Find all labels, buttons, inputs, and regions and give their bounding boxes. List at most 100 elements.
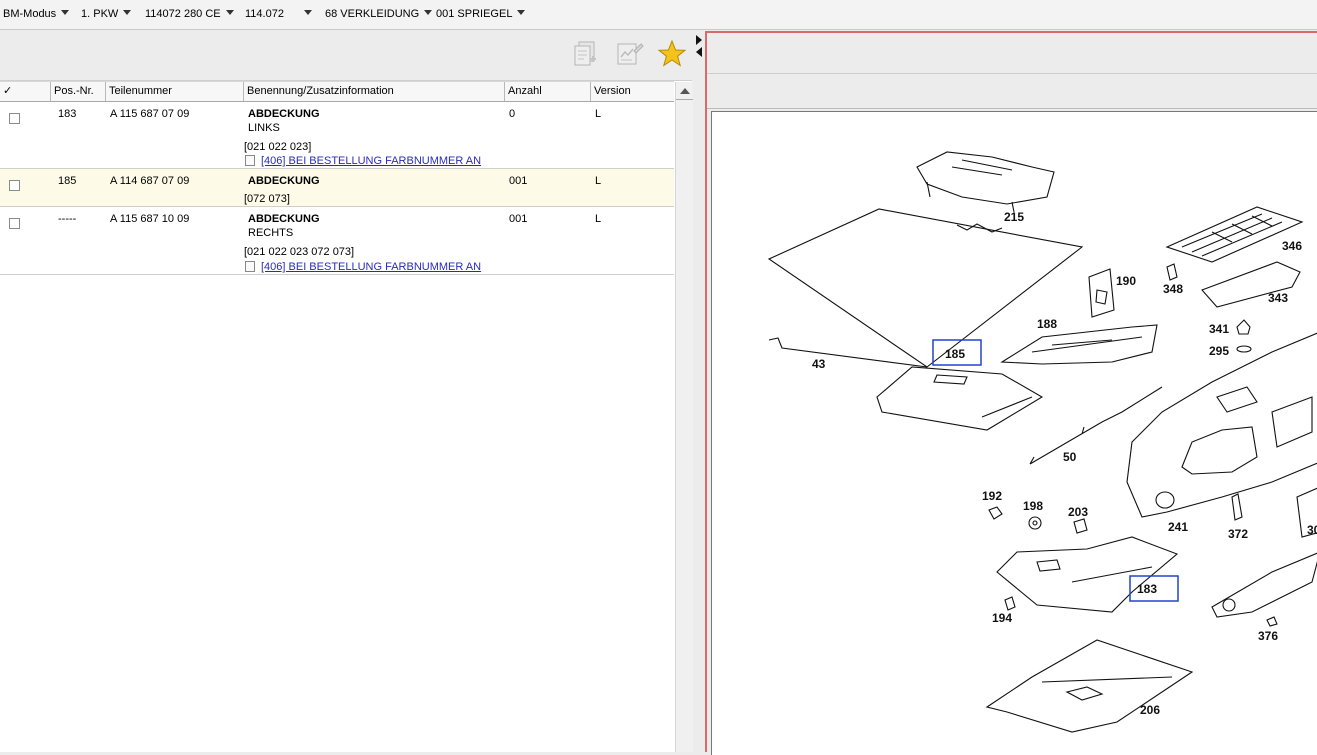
callout-194[interactable]: 194 — [992, 611, 1012, 625]
exploded-view-drawing[interactable]: 215 346 190 348 343 188 341 295 185 43 5… — [711, 111, 1317, 755]
drawing-subtoolbar — [707, 74, 1317, 109]
dashboard-cluster — [1181, 426, 1258, 475]
collapse-left-icon[interactable] — [696, 47, 702, 57]
part-215-shape — [916, 151, 1055, 205]
header-check[interactable]: ✓ — [0, 82, 50, 101]
callout-295[interactable]: 295 — [1209, 344, 1229, 358]
breadcrumb-class[interactable]: 1. PKW — [81, 8, 132, 20]
callout-341[interactable]: 341 — [1209, 322, 1229, 336]
breadcrumb-mode-label: BM-Modus — [3, 8, 57, 20]
callout-372[interactable]: 372 — [1228, 527, 1248, 541]
callout-206[interactable]: 206 — [1140, 703, 1160, 717]
row-version: L — [595, 213, 602, 225]
row-part-number: A 114 687 07 09 — [110, 175, 190, 187]
callout-188[interactable]: 188 — [1037, 317, 1057, 331]
row-note-link[interactable]: [406] BEI BESTELLUNG FARBNUMMER AN — [261, 155, 481, 167]
row-codes: [021 022 023 072 073] — [244, 246, 355, 258]
row-part-number: A 115 687 07 09 — [110, 108, 190, 120]
row-part-number: A 115 687 10 09 — [110, 213, 190, 225]
breadcrumb-mode[interactable]: BM-Modus — [3, 8, 70, 20]
edit-notes-icon[interactable] — [614, 39, 644, 69]
part-295-shape — [1236, 345, 1252, 353]
part-198-hole — [1032, 520, 1038, 526]
callout-192[interactable]: 192 — [982, 489, 1002, 503]
row-note-link[interactable]: [406] BEI BESTELLUNG FARBNUMMER AN — [261, 261, 481, 273]
drawing-toolbar — [707, 33, 1317, 74]
breadcrumb-type[interactable]: 114.072 — [245, 8, 312, 20]
part-203-shape — [1073, 518, 1088, 534]
chevron-down-icon — [424, 10, 433, 15]
header-version[interactable]: Version — [590, 82, 674, 101]
table-row-selected[interactable]: 185 A 114 687 07 09 ABDECKUNG [072 073] … — [0, 169, 674, 207]
row-codes: [072 073] — [244, 193, 290, 205]
part-346-grid — [1181, 213, 1283, 257]
copy-list-icon[interactable] — [570, 39, 600, 69]
part-188-detail — [1031, 336, 1143, 353]
part-190-shape — [1088, 268, 1115, 318]
panel-splitter[interactable] — [693, 31, 705, 752]
favorite-star-icon[interactable] — [657, 39, 687, 69]
part-183-detail — [1036, 559, 1153, 583]
callout-43[interactable]: 43 — [812, 357, 826, 371]
callout-198[interactable]: 198 — [1023, 499, 1043, 513]
breadcrumb: BM-Modus 1. PKW 114072 280 CE 114.072 68… — [0, 0, 1317, 30]
callout-343[interactable]: 343 — [1268, 291, 1288, 305]
row-checkbox[interactable] — [9, 180, 20, 191]
table-row[interactable]: 183 A 115 687 07 09 ABDECKUNG LINKS [021… — [0, 102, 674, 169]
row-extra: LINKS — [248, 122, 280, 134]
callout-348[interactable]: 348 — [1163, 282, 1183, 296]
part-43-shape — [767, 208, 1084, 368]
breadcrumb-subgroup[interactable]: 001 SPRIEGEL — [436, 8, 526, 20]
callout-190[interactable]: 190 — [1116, 274, 1136, 288]
note-document-icon — [245, 261, 255, 272]
dashboard-gauge-left — [1155, 491, 1175, 509]
exploded-view-svg[interactable]: 215 346 190 348 343 188 341 295 185 43 5… — [712, 112, 1317, 755]
drawing-panel: 215 346 190 348 343 188 341 295 185 43 5… — [705, 31, 1317, 755]
scrollbar-divider — [676, 99, 693, 100]
vertical-scrollbar[interactable] — [675, 82, 693, 752]
row-checkbox[interactable] — [9, 218, 20, 229]
collapse-right-icon[interactable] — [696, 35, 702, 45]
row-quantity: 001 — [509, 213, 528, 225]
row-note: [406] BEI BESTELLUNG FARBNUMMER AN — [245, 261, 481, 273]
part-341-shape — [1236, 319, 1251, 335]
breadcrumb-model-label: 114072 280 CE — [145, 8, 221, 20]
part-376-ring — [1222, 598, 1236, 612]
part-43-edge — [768, 337, 928, 368]
part-376-trim — [1211, 552, 1317, 618]
header-description[interactable]: Benennung/Zusatzinformation — [243, 82, 504, 101]
callout-346[interactable]: 346 — [1282, 239, 1302, 253]
row-codes: [021 022 023] — [244, 141, 312, 153]
callout-203[interactable]: 203 — [1068, 505, 1088, 519]
part-194-shape — [1004, 596, 1016, 611]
dashboard-vents — [1216, 386, 1313, 448]
breadcrumb-subgroup-label: 001 SPRIEGEL — [436, 8, 513, 20]
callout-376[interactable]: 376 — [1258, 629, 1278, 643]
callout-215[interactable]: 215 — [1004, 210, 1024, 224]
chevron-down-icon — [123, 10, 132, 15]
breadcrumb-group[interactable]: 68 VERKLEIDUNG — [325, 8, 433, 20]
breadcrumb-model[interactable]: 114072 280 CE — [145, 8, 234, 20]
header-quantity[interactable]: Anzahl — [504, 82, 590, 101]
part-206-detail — [1041, 676, 1173, 701]
header-part-number[interactable]: Teilenummer — [105, 82, 243, 101]
part-376-clip — [1266, 616, 1278, 627]
row-name: ABDECKUNG — [248, 213, 320, 225]
part-198-shape — [1028, 516, 1042, 530]
breadcrumb-group-label: 68 VERKLEIDUNG — [325, 8, 420, 20]
part-372-shape — [1231, 493, 1243, 521]
table-row[interactable]: ----- A 115 687 10 09 ABDECKUNG RECHTS [… — [0, 207, 674, 275]
row-checkbox[interactable] — [9, 113, 20, 124]
chevron-down-icon — [225, 10, 234, 15]
parts-list-panel: ✓ Pos.-Nr. Teilenummer Benennung/Zusatzi… — [0, 31, 693, 752]
part-348-shape — [1166, 263, 1178, 281]
callout-185[interactable]: 185 — [945, 347, 965, 361]
callout-183[interactable]: 183 — [1137, 582, 1157, 596]
callout-30[interactable]: 30 — [1307, 523, 1317, 537]
header-pos[interactable]: Pos.-Nr. — [50, 82, 105, 101]
part-215-detail — [926, 159, 1015, 213]
callout-241[interactable]: 241 — [1168, 520, 1188, 534]
callout-50[interactable]: 50 — [1063, 450, 1077, 464]
scroll-up-icon[interactable] — [680, 88, 690, 94]
part-192-shape — [988, 506, 1003, 520]
